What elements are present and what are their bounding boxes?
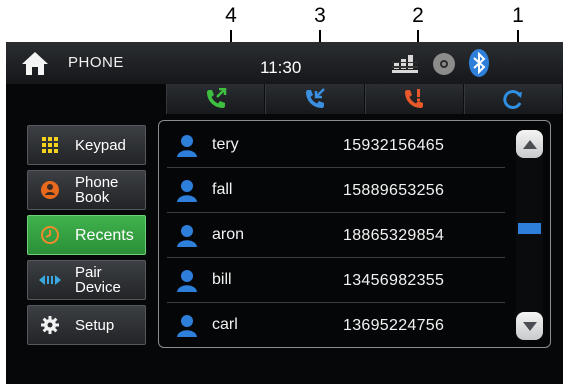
phonebook-icon	[37, 177, 63, 203]
call-log-tabs	[166, 84, 563, 114]
tab-received-calls[interactable]	[265, 84, 365, 114]
list-item[interactable]: carl 13695224756	[167, 303, 505, 348]
keypad-icon	[37, 132, 63, 158]
list-item[interactable]: bill 13456982355	[167, 258, 505, 303]
person-icon	[177, 225, 197, 247]
sidebar-item-recents[interactable]: Recents	[27, 215, 146, 255]
bluetooth-icon	[469, 49, 489, 77]
recent-calls-list: tery 15932156465 fall 15889653256 aron 1…	[158, 120, 551, 348]
list-item[interactable]: aron 18865329854	[167, 213, 505, 258]
pair-icon	[37, 267, 63, 293]
signal-icon	[392, 55, 418, 73]
scrollbar[interactable]	[516, 130, 543, 340]
sidebar-item-label: Recents	[75, 226, 134, 244]
page-title: PHONE	[68, 54, 124, 71]
dialed-call-icon	[206, 88, 226, 108]
triangle-up-icon	[522, 139, 537, 149]
sidebar-item-label: Setup	[75, 316, 115, 334]
header-bar: PHONE 11:30	[6, 42, 563, 84]
person-icon	[177, 315, 197, 337]
callout-number: 4	[225, 4, 237, 27]
sidebar-item-setup[interactable]: Setup	[27, 305, 146, 345]
refresh-icon	[503, 90, 523, 109]
sidebar-item-pair-device[interactable]: Pair Device	[27, 260, 146, 300]
triangle-down-icon	[522, 321, 537, 331]
person-icon	[177, 135, 197, 157]
contact-name: carl	[212, 316, 238, 333]
scroll-track	[527, 160, 532, 310]
scroll-up-button[interactable]	[516, 130, 543, 158]
tab-refresh[interactable]	[463, 84, 563, 114]
contact-name: bill	[212, 271, 232, 288]
contact-number: 13456982355	[343, 272, 445, 289]
person-icon	[177, 270, 197, 292]
sidebar-item-keypad[interactable]: Keypad	[27, 125, 146, 165]
tab-missed-calls[interactable]	[364, 84, 464, 114]
scroll-thumb[interactable]	[518, 222, 541, 234]
missed-call-icon	[405, 89, 424, 108]
list-item[interactable]: fall 15889653256	[167, 168, 505, 213]
sidebar-item-label: Pair Device	[75, 264, 121, 296]
contact-name: aron	[212, 226, 245, 243]
home-icon[interactable]	[20, 50, 50, 76]
gear-icon	[37, 312, 63, 338]
contact-number: 15932156465	[343, 137, 445, 154]
scroll-down-button[interactable]	[516, 312, 543, 340]
disc-icon	[433, 53, 455, 75]
phone-screen: PHONE 11:30 Keypad Phone Book Recents Pa…	[6, 42, 563, 384]
contact-name: fall	[212, 181, 233, 198]
sidebar-item-phone-book[interactable]: Phone Book	[27, 170, 146, 210]
person-icon	[177, 180, 197, 202]
received-call-icon	[305, 88, 325, 108]
callout-number: 1	[512, 4, 524, 27]
list-item[interactable]: tery 15932156465	[167, 123, 505, 168]
clock-time: 11:30	[260, 58, 302, 77]
contact-number: 18865329854	[343, 227, 445, 244]
callout-number: 2	[412, 4, 424, 27]
contact-number: 13695224756	[343, 317, 445, 334]
sidebar-item-label: Keypad	[75, 136, 126, 154]
contact-name: tery	[212, 136, 239, 153]
tab-dialed-calls[interactable]	[166, 84, 266, 114]
callout-number: 3	[314, 4, 326, 27]
sidebar-item-label: Phone Book	[75, 174, 119, 206]
contact-number: 15889653256	[343, 182, 445, 199]
clock-icon	[37, 222, 63, 248]
